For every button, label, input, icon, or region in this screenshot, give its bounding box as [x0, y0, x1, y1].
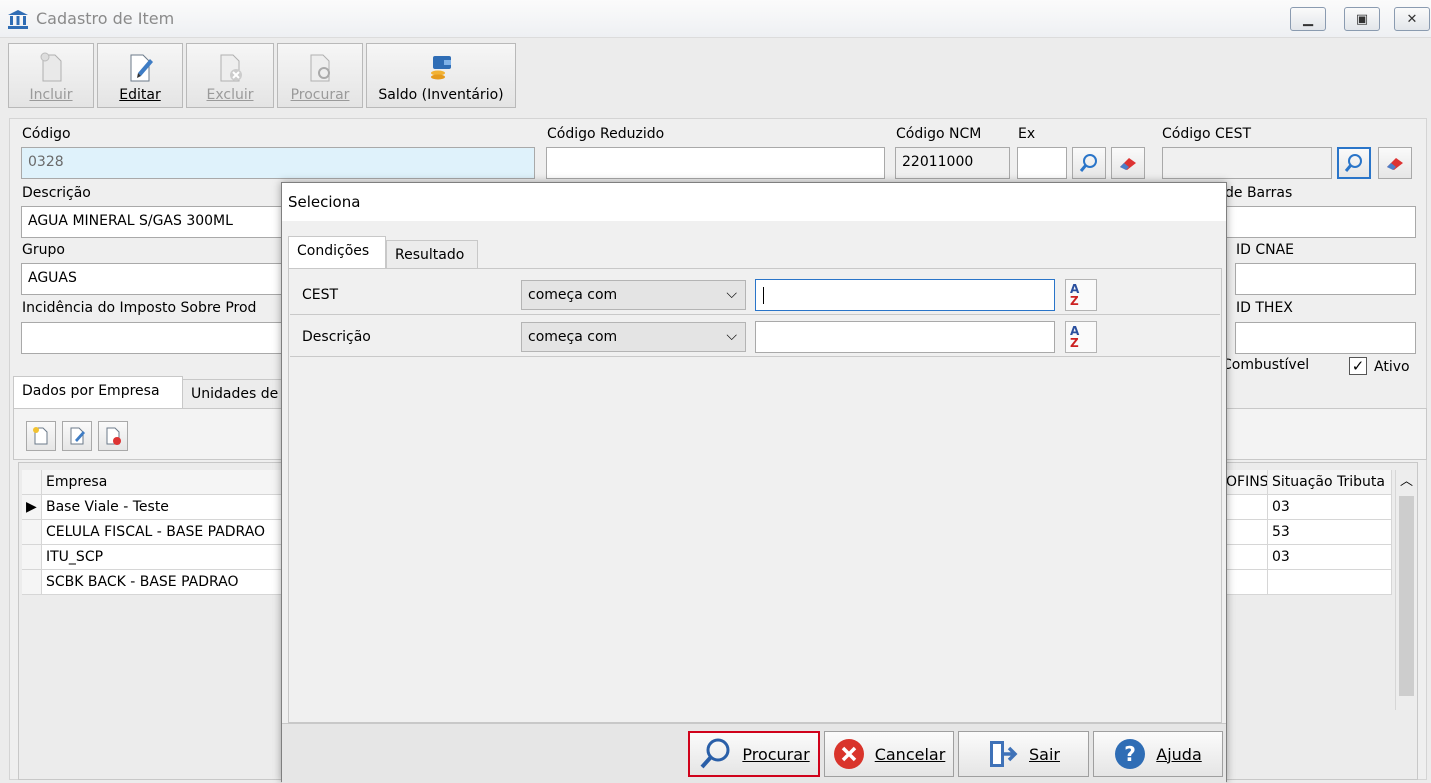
- ncm-clear-button[interactable]: [1111, 147, 1145, 179]
- codigo-barras-label: de Barras: [1225, 185, 1293, 201]
- help-icon: ?: [1115, 739, 1146, 769]
- cest-label: Código CEST: [1162, 126, 1252, 142]
- thex-label: ID THEX: [1236, 300, 1293, 316]
- condition-field-label: Descrição: [302, 329, 371, 345]
- search-icon: [1344, 154, 1362, 172]
- chevron-down-icon: ⌵: [726, 328, 737, 344]
- grid-scrollbar[interactable]: ︿: [1395, 470, 1417, 710]
- grid-add-button[interactable]: [26, 421, 56, 451]
- excluir-button[interactable]: Excluir: [186, 43, 274, 108]
- condition-field-label: CEST: [302, 287, 339, 303]
- codigo-label: Código: [22, 126, 71, 142]
- procurar-button[interactable]: Procurar: [277, 43, 363, 108]
- grid-edit-button[interactable]: [62, 421, 92, 451]
- cnae-label: ID CNAE: [1236, 242, 1295, 258]
- delete-document-icon: [220, 54, 242, 82]
- edit-document-icon: [70, 427, 85, 445]
- operator-select[interactable]: começa com ⌵: [521, 322, 746, 352]
- procurar-button[interactable]: Procurar: [688, 731, 820, 777]
- exit-door-icon: [990, 741, 1018, 767]
- condition-value-input[interactable]: [755, 279, 1055, 311]
- search-document-icon: [310, 54, 330, 82]
- chevron-down-icon: ⌵: [726, 286, 737, 302]
- grid-delete-button[interactable]: [98, 421, 128, 451]
- grupo-label: Grupo: [22, 242, 65, 258]
- search-icon: [700, 738, 730, 769]
- condition-row-descricao: Descrição começa com ⌵ AZ: [290, 317, 1220, 357]
- descricao-input[interactable]: AGUA MINERAL S/GAS 300ML: [21, 206, 291, 238]
- minimize-button[interactable]: ▁: [1290, 7, 1326, 31]
- scrollbar-thumb[interactable]: [1399, 496, 1414, 696]
- edit-document-icon: [130, 54, 153, 82]
- title-bar: Cadastro de Item ▁ ▣ ✕: [0, 0, 1431, 38]
- codigo-barras-input[interactable]: [1222, 206, 1416, 238]
- ex-label: Ex: [1018, 126, 1036, 142]
- incidencia-label: Incidência do Imposto Sobre Prod: [22, 300, 257, 316]
- eraser-icon: [1387, 158, 1403, 170]
- condition-row-cest: CEST começa com ⌵ AZ: [290, 275, 1220, 315]
- seleciona-dialog: Seleciona Condições Resultado CEST começ…: [281, 182, 1227, 783]
- col-cofins-header[interactable]: OFINS: [1222, 470, 1268, 495]
- close-icon: ✕: [1406, 11, 1418, 27]
- cancel-icon: [833, 739, 864, 769]
- saldo-inventario-button[interactable]: Saldo (Inventário): [366, 43, 516, 108]
- codigo-reduzido-input[interactable]: [546, 147, 885, 179]
- text-cursor: [763, 287, 764, 304]
- tab-dados-por-empresa[interactable]: Dados por Empresa: [13, 376, 183, 409]
- cest-input[interactable]: [1162, 147, 1332, 179]
- cnae-input[interactable]: [1235, 263, 1416, 295]
- cancelar-button[interactable]: Cancelar: [824, 731, 954, 777]
- chevron-up-icon[interactable]: ︿: [1396, 470, 1417, 494]
- new-document-icon: [33, 427, 48, 445]
- maximize-button[interactable]: ▣: [1344, 7, 1380, 31]
- incidencia-input[interactable]: [21, 322, 291, 354]
- dialog-title: Seleciona: [282, 183, 1226, 221]
- condition-value-input[interactable]: [755, 321, 1055, 353]
- ativo-checkbox[interactable]: ✓: [1349, 357, 1367, 375]
- incluir-button[interactable]: Incluir: [8, 43, 94, 108]
- cest-clear-button[interactable]: [1378, 147, 1412, 179]
- wallet-coins-icon: [431, 56, 451, 80]
- cest-search-button[interactable]: [1337, 147, 1371, 179]
- ativo-label: Ativo: [1374, 359, 1410, 375]
- col-situacao-header[interactable]: Situação Tributa: [1268, 470, 1392, 495]
- ncm-label: Código NCM: [896, 126, 982, 142]
- operator-select[interactable]: começa com ⌵: [521, 280, 746, 310]
- minimize-icon: ▁: [1303, 11, 1313, 27]
- ex-input[interactable]: [1017, 147, 1067, 179]
- sort-az-icon[interactable]: AZ: [1065, 279, 1097, 311]
- close-button[interactable]: ✕: [1394, 7, 1430, 31]
- current-row-icon: ▶: [22, 495, 42, 520]
- maximize-icon: ▣: [1355, 11, 1369, 27]
- ncm-input[interactable]: 22011000: [895, 147, 1010, 179]
- grupo-input[interactable]: AGUAS: [21, 263, 291, 295]
- search-icon: [1079, 154, 1097, 172]
- descricao-label: Descrição: [22, 185, 91, 201]
- editar-button[interactable]: Editar: [97, 43, 183, 108]
- tab-condicoes[interactable]: Condições: [288, 236, 386, 269]
- thex-input[interactable]: [1235, 322, 1416, 354]
- ncm-search-button[interactable]: [1072, 147, 1106, 179]
- combustivel-label: Combustível: [1222, 357, 1310, 373]
- row-indicator-header: [22, 470, 42, 495]
- tab-unidades[interactable]: Unidades de: [182, 379, 292, 409]
- tab-resultado[interactable]: Resultado: [386, 240, 478, 270]
- window-title: Cadastro de Item: [36, 9, 175, 28]
- eraser-icon: [1120, 158, 1136, 170]
- svg-text:?: ?: [1124, 742, 1136, 766]
- new-document-icon: [40, 52, 62, 82]
- bank-icon: [8, 10, 28, 29]
- delete-document-icon: [106, 427, 121, 445]
- ajuda-button[interactable]: ? Ajuda: [1093, 731, 1223, 777]
- codigo-reduzido-label: Código Reduzido: [547, 126, 665, 142]
- codigo-input[interactable]: 0328: [21, 147, 535, 179]
- sair-button[interactable]: Sair: [958, 731, 1089, 777]
- sort-az-icon[interactable]: AZ: [1065, 321, 1097, 353]
